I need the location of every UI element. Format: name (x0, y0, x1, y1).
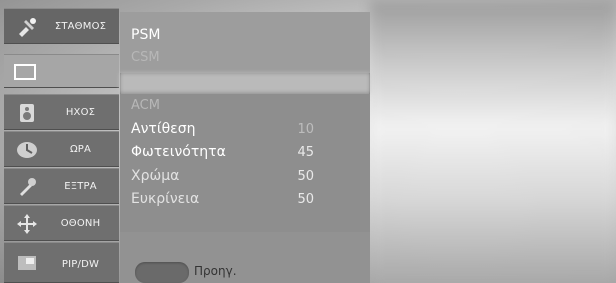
sidebar-item-label: ΟΘΟΝΗ (60, 218, 101, 229)
satellite-icon (16, 16, 38, 38)
clock-icon (16, 139, 38, 161)
sidebar-item-picture[interactable] (4, 54, 119, 88)
screen-icon (14, 63, 36, 85)
sidebar-item-label: ΗΧΟΣ (65, 107, 96, 118)
sidebar-item-pip[interactable]: PIP/DW (4, 242, 119, 283)
sidebar-item-station[interactable]: ΣΤΑΘΜΟΣ (4, 8, 119, 44)
setting-value-sharpness: 50 (297, 192, 314, 207)
sidebar-item-label: PIP/DW (61, 259, 100, 270)
menu-item-acm[interactable]: ACM (131, 98, 160, 113)
background-blur (370, 0, 616, 283)
speaker-icon (16, 102, 38, 124)
sidebar-item-label: ΩΡΑ (69, 144, 92, 155)
menu-item-csm[interactable]: CSM (131, 50, 160, 65)
setting-label-brightness[interactable]: Φωτεινότητα (131, 144, 226, 160)
setting-label-contrast[interactable]: Αντίθεση (131, 121, 195, 137)
panel-band (120, 94, 370, 232)
setting-label-sharpness[interactable]: Ευκρίνεια (131, 191, 199, 207)
sidebar-item-screen[interactable]: ΟΘΟΝΗ (4, 205, 119, 241)
setting-label-color[interactable]: Χρώμα (131, 168, 179, 184)
prev-button[interactable] (135, 262, 189, 283)
picture-menu-panel: PSM CSM ACM Αντίθεση 10 Φωτεινότητα 45 Χ… (120, 12, 370, 283)
prev-label: Προηγ. (194, 264, 237, 278)
panel-band (120, 73, 370, 93)
osd-sidebar: ΣΤΑΘΜΟΣ ΗΧΟΣ ΩΡΑ ΕΞΤΡΑ ΟΘΟΝΗ PIP/DW (4, 8, 119, 283)
setting-value-brightness: 45 (297, 145, 314, 160)
sidebar-item-label: ΕΞΤΡΑ (64, 181, 97, 192)
wrench-icon (16, 176, 38, 198)
sidebar-item-time[interactable]: ΩΡΑ (4, 131, 119, 167)
pip-icon (16, 254, 38, 276)
sidebar-item-extra[interactable]: ΕΞΤΡΑ (4, 168, 119, 204)
move-arrows-icon (16, 213, 38, 235)
menu-item-psm[interactable]: PSM (131, 27, 160, 43)
sidebar-item-sound[interactable]: ΗΧΟΣ (4, 94, 119, 130)
sidebar-item-label: ΣΤΑΘΜΟΣ (54, 21, 107, 32)
setting-value-contrast: 10 (297, 122, 314, 137)
setting-value-color: 50 (297, 169, 314, 184)
